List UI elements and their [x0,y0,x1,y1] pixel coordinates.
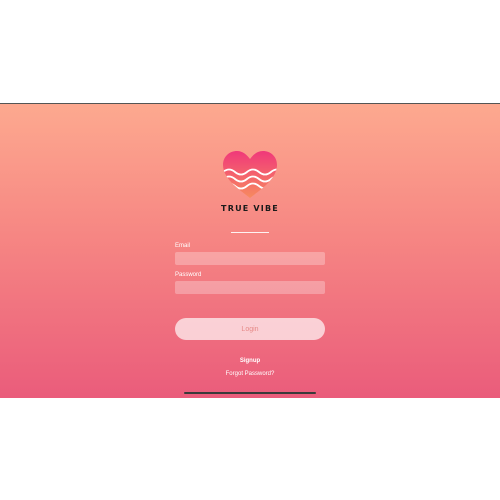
brand-divider [231,232,269,233]
heart-wave-icon [223,151,277,198]
brand-name: TRUE VIBE [221,204,279,213]
login-button[interactable]: Login [175,318,325,340]
login-screen: TRUE VIBE Email Password Login Signup Fo… [0,103,500,398]
email-label: Email [175,243,191,249]
home-indicator[interactable] [184,392,316,394]
email-field[interactable] [175,252,325,265]
forgot-password-link[interactable]: Forgot Password? [0,371,500,377]
signup-link[interactable]: Signup [0,358,500,364]
page: TRUE VIBE Email Password Login Signup Fo… [0,0,500,500]
password-field[interactable] [175,281,325,294]
password-label: Password [175,272,202,278]
